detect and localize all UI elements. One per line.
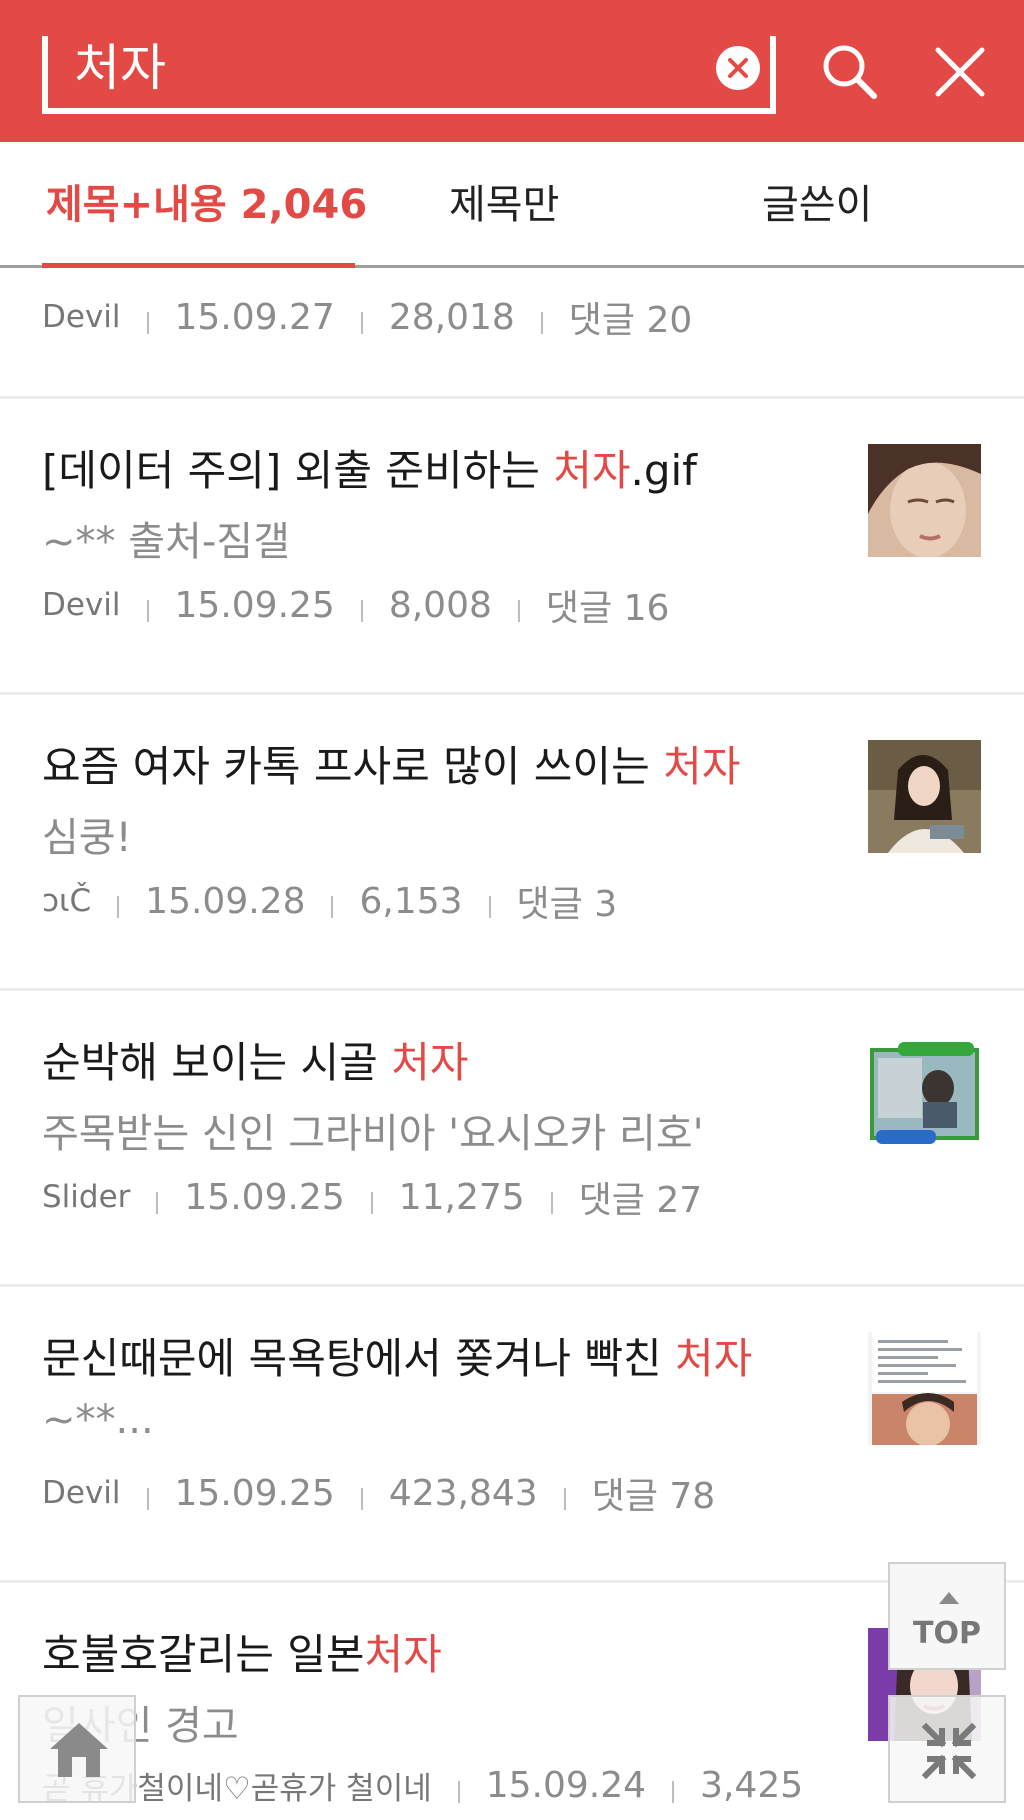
post-views: 11,275 — [398, 1176, 525, 1218]
post-author: Slider — [42, 1179, 131, 1215]
post-title: 문신때문에 목욕탕에서 쫒겨나 빡친 처자 — [42, 1325, 752, 1386]
post-comments: 댓글 20 — [568, 300, 693, 341]
thumbnail-image — [868, 444, 981, 557]
post-subtitle: 심쿵! — [42, 815, 132, 861]
meta-divider — [117, 896, 120, 918]
post-views: 8,008 — [388, 584, 492, 626]
meta-divider — [563, 1488, 566, 1510]
post-author: ɔιČ — [42, 883, 92, 919]
meta-divider — [146, 1488, 149, 1510]
meta-divider — [550, 1192, 553, 1214]
title-highlight: 처자 — [364, 1630, 442, 1679]
meta-divider — [360, 600, 363, 622]
home-button[interactable] — [18, 1695, 136, 1803]
title-text: 호불호갈리는 일본 — [42, 1630, 365, 1679]
meta-divider — [146, 312, 149, 334]
meta-divider — [517, 600, 520, 622]
post-views: 3,425 — [700, 1765, 804, 1806]
post-views: 28,018 — [388, 296, 515, 338]
title-highlight: 처자 — [663, 742, 741, 791]
post-comments: 댓글 3 — [516, 884, 618, 925]
search-results-list: Devil 15.09.27 28,018 댓글 20 [데이터 주의] 외출 … — [0, 271, 1024, 1820]
list-item[interactable]: 문신때문에 목욕탕에서 쫒겨나 빡친 처자 ~**... Devil 15.09… — [0, 1287, 1024, 1583]
post-date: 15.09.25 — [184, 1176, 345, 1218]
title-highlight: 처자 — [391, 1038, 469, 1087]
tab-title-only[interactable]: 제목만 — [449, 142, 559, 268]
post-meta: Devil 15.09.25 8,008 댓글 16 — [42, 579, 669, 631]
search-scope-tabs: 제목+내용 2,046 제목만 글쓴이 — [0, 142, 1024, 268]
meta-divider — [331, 896, 334, 918]
clear-x-circle-icon — [728, 58, 748, 78]
list-item[interactable]: 순박해 보이는 시골 처자 주목받는 신인 그라비아 '요시오카 리호' Sli… — [0, 991, 1024, 1287]
post-subtitle: ~** 출처-짐갤 — [42, 519, 290, 565]
post-date: 15.09.27 — [174, 296, 335, 338]
post-comments: 댓글 78 — [591, 1476, 716, 1517]
title-text: .gif — [630, 446, 697, 495]
post-meta: Devil 15.09.25 423,843 댓글 78 — [42, 1467, 715, 1519]
tab-author[interactable]: 글쓴이 — [762, 142, 872, 268]
post-subtitle: ~**... — [42, 1397, 154, 1443]
shrink-button[interactable] — [888, 1695, 1006, 1803]
post-comments: 댓글 16 — [545, 588, 670, 629]
shrink-arrows-icon — [921, 1722, 977, 1780]
post-date: 15.09.25 — [174, 584, 335, 626]
post-author: Devil — [42, 587, 121, 623]
search-input[interactable] — [74, 36, 674, 100]
top-label: TOP — [913, 1616, 981, 1651]
meta-divider — [488, 896, 491, 918]
post-views: 6,153 — [359, 880, 463, 922]
post-comments: 댓글 27 — [578, 1180, 703, 1221]
active-tab-indicator — [42, 263, 355, 268]
title-text: 순박해 보이는 시골 — [42, 1038, 392, 1087]
post-title: 호불호갈리는 일본처자 — [42, 1621, 442, 1682]
list-item[interactable]: Devil 15.09.27 28,018 댓글 20 — [0, 271, 1024, 399]
post-meta: Slider 15.09.25 11,275 댓글 27 — [42, 1171, 702, 1223]
meta-divider — [360, 1488, 363, 1510]
title-highlight: 처자 — [553, 446, 631, 495]
post-author: Devil — [42, 299, 121, 335]
post-title: 순박해 보이는 시골 처자 — [42, 1029, 468, 1090]
post-date: 15.09.24 — [485, 1765, 647, 1806]
meta-divider — [672, 1780, 675, 1803]
search-icon — [823, 45, 877, 99]
search-button[interactable] — [818, 40, 882, 104]
close-icon — [935, 47, 985, 97]
thumbnail-image — [868, 1332, 981, 1445]
post-date: 15.09.28 — [145, 880, 306, 922]
title-text: 문신때문에 목욕탕에서 쫒겨나 빡친 — [42, 1334, 676, 1383]
arrow-up-icon — [939, 1592, 959, 1604]
post-meta: 곧 휴가철이네♡곧휴가 철이네 15.09.24 3,425 — [42, 1763, 803, 1808]
post-date: 15.09.25 — [174, 1472, 335, 1514]
post-title: [데이터 주의] 외출 준비하는 처자.gif — [42, 437, 697, 498]
post-author: Devil — [42, 1475, 121, 1511]
clear-search-button[interactable] — [716, 46, 760, 90]
post-meta: ɔιČ 15.09.28 6,153 댓글 3 — [42, 875, 617, 927]
post-subtitle: 주목받는 신인 그라비아 '요시오카 리호' — [42, 1111, 704, 1157]
meta-divider — [156, 1192, 159, 1214]
meta-divider — [370, 1192, 373, 1214]
meta-divider — [146, 600, 149, 622]
list-item[interactable]: 호불호갈리는 일본처자 일사인 경고 곧 휴가철이네♡곧휴가 철이네 15.09… — [0, 1583, 1024, 1820]
title-text: [데이터 주의] 외출 준비하는 — [42, 446, 554, 495]
search-box — [42, 36, 776, 114]
search-header — [0, 0, 1024, 142]
home-icon — [50, 1723, 108, 1777]
tab-title-content[interactable]: 제목+내용 2,046 — [46, 142, 367, 268]
post-title: 요즘 여자 카톡 프사로 많이 쓰이는 처자 — [42, 733, 740, 794]
meta-divider — [540, 312, 543, 334]
list-item[interactable]: 요즘 여자 카톡 프사로 많이 쓰이는 처자 심쿵! ɔιČ 15.09.28 … — [0, 695, 1024, 991]
meta-divider — [360, 312, 363, 334]
post-meta: Devil 15.09.27 28,018 댓글 20 — [42, 291, 692, 343]
meta-divider — [457, 1780, 460, 1803]
title-text: 요즘 여자 카톡 프사로 많이 쓰이는 — [42, 742, 664, 791]
close-search-button[interactable] — [928, 40, 992, 104]
list-item[interactable]: [데이터 주의] 외출 준비하는 처자.gif ~** 출처-짐갤 Devil … — [0, 399, 1024, 695]
thumbnail-image — [868, 740, 981, 853]
title-highlight: 처자 — [675, 1334, 753, 1383]
post-views: 423,843 — [388, 1472, 538, 1514]
thumbnail-image — [868, 1036, 981, 1149]
scroll-top-button[interactable]: TOP — [888, 1562, 1006, 1670]
